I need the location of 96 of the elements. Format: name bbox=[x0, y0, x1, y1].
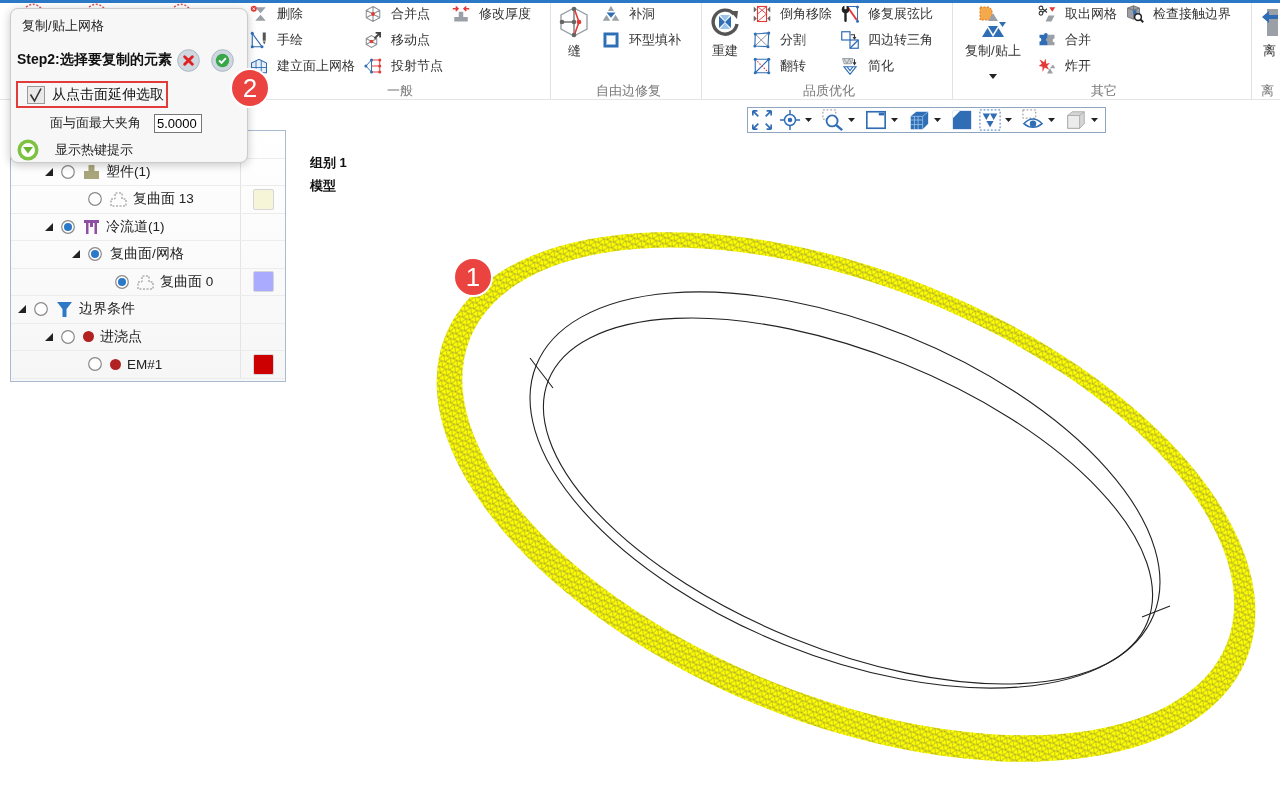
chamfer-remove-button[interactable]: 倒角移除 bbox=[752, 5, 832, 23]
split-button[interactable]: 分割 bbox=[752, 31, 832, 49]
radio-button[interactable] bbox=[115, 274, 129, 289]
dashed-shape-icon bbox=[110, 191, 127, 208]
tree-item-label[interactable]: EM#1 bbox=[127, 356, 163, 372]
angle-input[interactable]: 5.0000 bbox=[154, 113, 202, 133]
triangles-icon bbox=[602, 5, 620, 23]
node-arrow-icon bbox=[364, 31, 382, 49]
tree-item-label[interactable]: 进浇点 bbox=[100, 327, 142, 346]
dashed-shape-icon bbox=[137, 273, 154, 290]
expand-arrow-icon[interactable] bbox=[45, 332, 53, 341]
quad-to-triangle-button[interactable]: 四边转三角 bbox=[840, 31, 933, 49]
tree-item-label[interactable]: 复曲面/网格 bbox=[110, 245, 184, 264]
expand-arrow-icon[interactable] bbox=[45, 222, 53, 231]
cancel-button[interactable] bbox=[177, 48, 200, 72]
hexagon-seam-icon bbox=[558, 6, 590, 38]
expand-circle-icon[interactable] bbox=[17, 139, 39, 161]
triangle-delete-icon bbox=[250, 5, 268, 23]
corner-arrows-icon bbox=[751, 109, 773, 131]
funnel-icon bbox=[56, 300, 73, 318]
block-stack-icon bbox=[83, 163, 100, 180]
exit-button[interactable]: 离 bbox=[1261, 3, 1278, 59]
delete-button[interactable]: 删除 bbox=[249, 5, 355, 23]
extract-mesh-button[interactable]: 取出网格 bbox=[1036, 5, 1117, 23]
flip-button[interactable]: 翻转 bbox=[752, 57, 832, 75]
gate-frame-icon bbox=[83, 218, 100, 236]
wrench-triangle-icon bbox=[841, 5, 859, 23]
checkbox-label[interactable]: 从点击面延伸选取 bbox=[52, 85, 164, 104]
merge-button[interactable]: 合并 bbox=[1036, 31, 1117, 49]
circular-arrow-icon bbox=[709, 6, 741, 38]
group-label: 离 bbox=[1261, 83, 1274, 98]
number-badge: 1 bbox=[453, 257, 493, 297]
check-boundary-button[interactable]: 检查接触边界 bbox=[1124, 5, 1231, 23]
radio-button[interactable] bbox=[61, 329, 75, 344]
mesh-cube-icon bbox=[908, 109, 930, 131]
cube-magnifier-icon bbox=[1125, 5, 1144, 23]
viewport-label: 组别 1 bbox=[310, 155, 347, 171]
crosshair-icon bbox=[779, 109, 801, 131]
group-label: 自由边修复 bbox=[595, 83, 661, 98]
confirm-button[interactable] bbox=[211, 48, 234, 72]
fill-hole-button[interactable]: 补洞 bbox=[601, 5, 681, 23]
group-label: 品质优化 bbox=[803, 83, 855, 98]
ring-fill-button[interactable]: 环型填补 bbox=[601, 31, 681, 49]
dialog-title: 复制/贴上网格 bbox=[22, 17, 104, 35]
split-quad-icon bbox=[753, 31, 771, 49]
tree-item-label[interactable]: 塑件(1) bbox=[106, 162, 151, 181]
simplify-mesh-icon bbox=[841, 57, 859, 75]
dot-icon bbox=[110, 358, 121, 370]
explosion-icon bbox=[1037, 57, 1056, 75]
radio-button[interactable] bbox=[88, 247, 102, 262]
pencil-triangle-icon bbox=[250, 31, 268, 49]
box-triangles-icon bbox=[753, 5, 771, 23]
cube-icon bbox=[1065, 109, 1087, 131]
quad-to-triangle-icon bbox=[841, 31, 859, 49]
thickness-button[interactable]: 修改厚度 bbox=[451, 5, 531, 23]
aspect-ratio-button[interactable]: 修复展弦比 bbox=[840, 5, 933, 23]
sketch-button[interactable]: 手绘 bbox=[249, 31, 355, 49]
thickness-arrows-icon bbox=[452, 5, 470, 23]
rebuild-button[interactable]: 重建 bbox=[706, 3, 744, 59]
radio-button[interactable] bbox=[61, 219, 75, 234]
dot-icon bbox=[83, 331, 94, 343]
step-instruction: Step2:选择要复制的元素 bbox=[17, 51, 172, 69]
scissors-mesh-icon bbox=[1037, 5, 1056, 23]
stitch-button[interactable]: 缝 bbox=[555, 3, 593, 59]
radio-button[interactable] bbox=[88, 192, 102, 207]
expand-arrow-icon[interactable] bbox=[18, 305, 26, 314]
flip-quad-icon bbox=[753, 57, 771, 75]
copy-paste-button[interactable]: 复制/贴上 bbox=[957, 3, 1029, 79]
tree-item-label[interactable]: 复曲面 0 bbox=[160, 272, 214, 291]
tree-item-label[interactable]: 复曲面 13 bbox=[133, 190, 194, 209]
hint-label: 显示热键提示 bbox=[55, 141, 133, 159]
checkbox[interactable] bbox=[27, 85, 45, 104]
expand-arrow-icon[interactable] bbox=[45, 167, 53, 176]
field-label: 面与面最大夹角 bbox=[50, 114, 141, 132]
group-label: 一般 bbox=[386, 83, 413, 98]
exit-arrow-icon bbox=[1261, 6, 1278, 38]
node-projection-icon bbox=[364, 57, 382, 75]
check-mark-icon bbox=[211, 48, 234, 72]
x-mark-icon bbox=[177, 48, 200, 72]
square-ring-icon bbox=[602, 31, 620, 49]
radio-button[interactable] bbox=[61, 164, 75, 179]
explode-button[interactable]: 炸开 bbox=[1036, 57, 1117, 75]
simplify-button[interactable]: 简化 bbox=[840, 57, 933, 75]
radio-button[interactable] bbox=[34, 302, 48, 317]
dotted-triangles-icon bbox=[979, 109, 1001, 131]
group-label: 其它 bbox=[1091, 83, 1117, 98]
project-nodes-button[interactable]: 投射节点 bbox=[363, 57, 443, 75]
tree-item-label[interactable]: 冷流道(1) bbox=[106, 217, 165, 236]
expand-arrow-icon[interactable] bbox=[72, 250, 80, 259]
hexagon-node-icon bbox=[364, 5, 382, 23]
merge-nodes-button[interactable]: 合并点 bbox=[363, 5, 443, 23]
viewport-label: 模型 bbox=[310, 178, 336, 194]
copy-triangles-icon bbox=[976, 6, 1009, 38]
move-node-button[interactable]: 移动点 bbox=[363, 31, 443, 49]
radio-button[interactable] bbox=[88, 357, 102, 372]
tree-item-label[interactable]: 边界条件 bbox=[79, 300, 135, 319]
